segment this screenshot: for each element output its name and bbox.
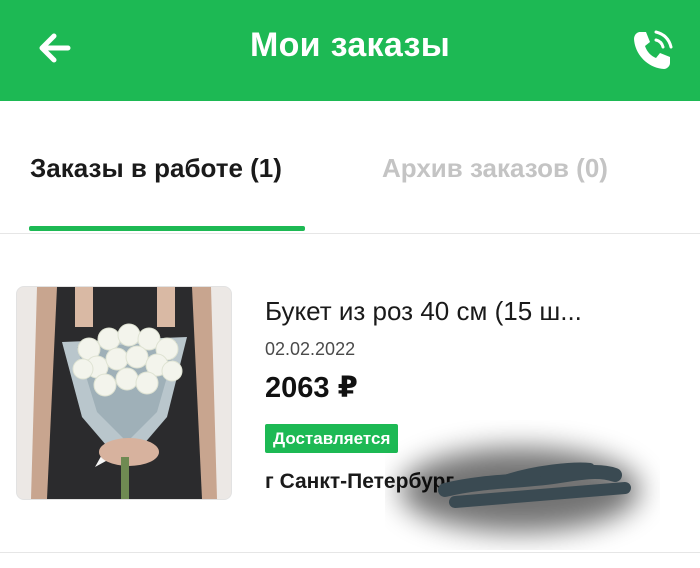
redaction-mark (400, 448, 640, 532)
tab-orders-in-progress[interactable]: Заказы в работе (1) (30, 153, 282, 184)
app-header: Мои заказы (0, 0, 700, 101)
active-tab-indicator (29, 226, 305, 231)
order-card[interactable]: Букет из роз 40 см (15 ш... 02.02.2022 2… (0, 234, 700, 553)
phone-call-icon[interactable] (628, 26, 676, 74)
order-price: 2063 ₽ (265, 372, 358, 404)
order-tabs: Заказы в работе (1) Архив заказов (0) (0, 101, 700, 234)
order-product-name: Букет из роз 40 см (15 ш... (265, 296, 582, 326)
page-title: Мои заказы (249, 26, 451, 64)
status-badge: Доставляется (265, 424, 399, 453)
bouquet-photo (16, 286, 232, 500)
order-date: 02.02.2022 (265, 339, 356, 359)
tab-orders-archive[interactable]: Архив заказов (0) (382, 153, 608, 184)
